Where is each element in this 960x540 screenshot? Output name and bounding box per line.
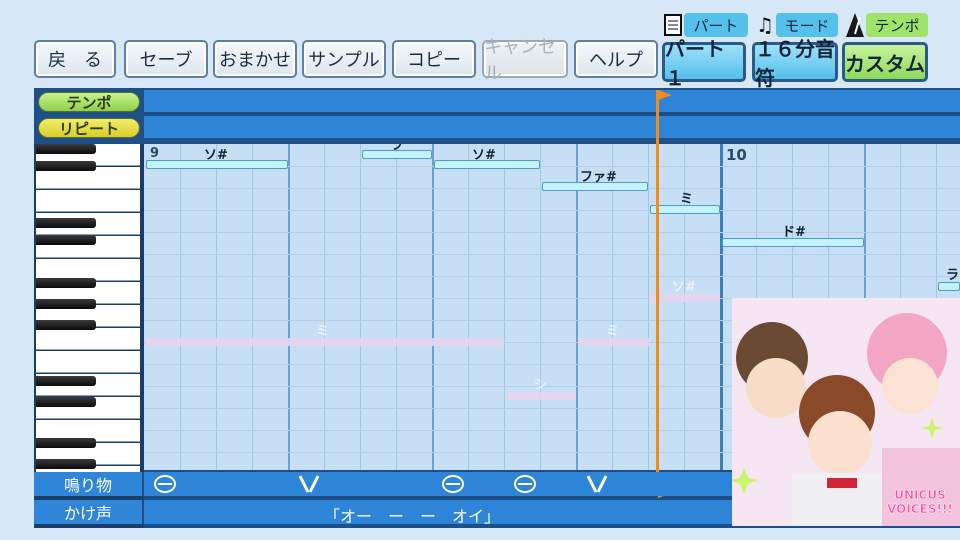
- chant-row-label: かけ声: [34, 500, 144, 524]
- cymbal-icon[interactable]: [584, 474, 610, 494]
- ghost-note-label: ミ: [316, 324, 330, 339]
- sound-row-label: 鳴り物: [34, 472, 144, 496]
- drum-icon[interactable]: [442, 475, 464, 493]
- save-button[interactable]: セーブ: [124, 40, 208, 78]
- note-label: ド#: [782, 225, 806, 240]
- ghost-note-bar: [650, 294, 720, 302]
- cancel-button[interactable]: キャンセル: [482, 37, 568, 84]
- chant-text: 「オー ー ー オイ」: [324, 507, 501, 526]
- tempo-row-label[interactable]: テンポ: [38, 92, 140, 112]
- piano-keyboard: [34, 144, 144, 528]
- auto-button[interactable]: おまかせ: [213, 40, 297, 78]
- ghost-note-bar: [146, 338, 504, 346]
- sample-button[interactable]: サンプル: [302, 40, 386, 78]
- back-button[interactable]: 戻 る: [34, 40, 116, 78]
- note-label: ファ#: [580, 170, 617, 185]
- repeat-band[interactable]: [144, 116, 960, 138]
- part-select[interactable]: パート１: [662, 37, 746, 90]
- ghost-note-label: ミ: [606, 324, 620, 339]
- ghost-note-label: シ: [534, 378, 548, 393]
- note-label: ソ#: [204, 148, 228, 163]
- ghost-note-bar: [578, 338, 650, 346]
- metronome-icon: [844, 12, 866, 38]
- tempo-select[interactable]: カスタム: [842, 42, 928, 82]
- help-button[interactable]: ヘルプ: [574, 40, 658, 78]
- mode-select[interactable]: １６分音符: [752, 37, 838, 90]
- tempo-label: テンポ: [866, 13, 928, 37]
- playback-cursor[interactable]: [656, 90, 659, 496]
- ghost-note-label: ソ#: [672, 280, 696, 295]
- note-label: ミ: [680, 192, 694, 207]
- cursor-top-marker-icon: [658, 90, 672, 100]
- note-bar[interactable]: [938, 282, 960, 291]
- note-label: ソ#: [472, 148, 496, 163]
- repeat-row-label[interactable]: リピート: [38, 118, 140, 138]
- copy-button[interactable]: コピー: [392, 40, 476, 78]
- album-art-thumbnail: UNICUS VOICES!!!: [732, 298, 960, 526]
- note-label: ラ: [946, 268, 960, 283]
- cymbal-icon[interactable]: [296, 474, 322, 494]
- album-logo-text: UNICUS VOICES!!!: [887, 488, 953, 517]
- measure-number-next: 10: [726, 146, 747, 164]
- ghost-note-bar: [506, 392, 576, 400]
- tempo-band[interactable]: [144, 90, 960, 112]
- drum-icon[interactable]: [514, 475, 536, 493]
- note-label: ラ: [390, 144, 404, 153]
- drum-icon[interactable]: [154, 475, 176, 493]
- measure-number-start: 9: [150, 146, 160, 161]
